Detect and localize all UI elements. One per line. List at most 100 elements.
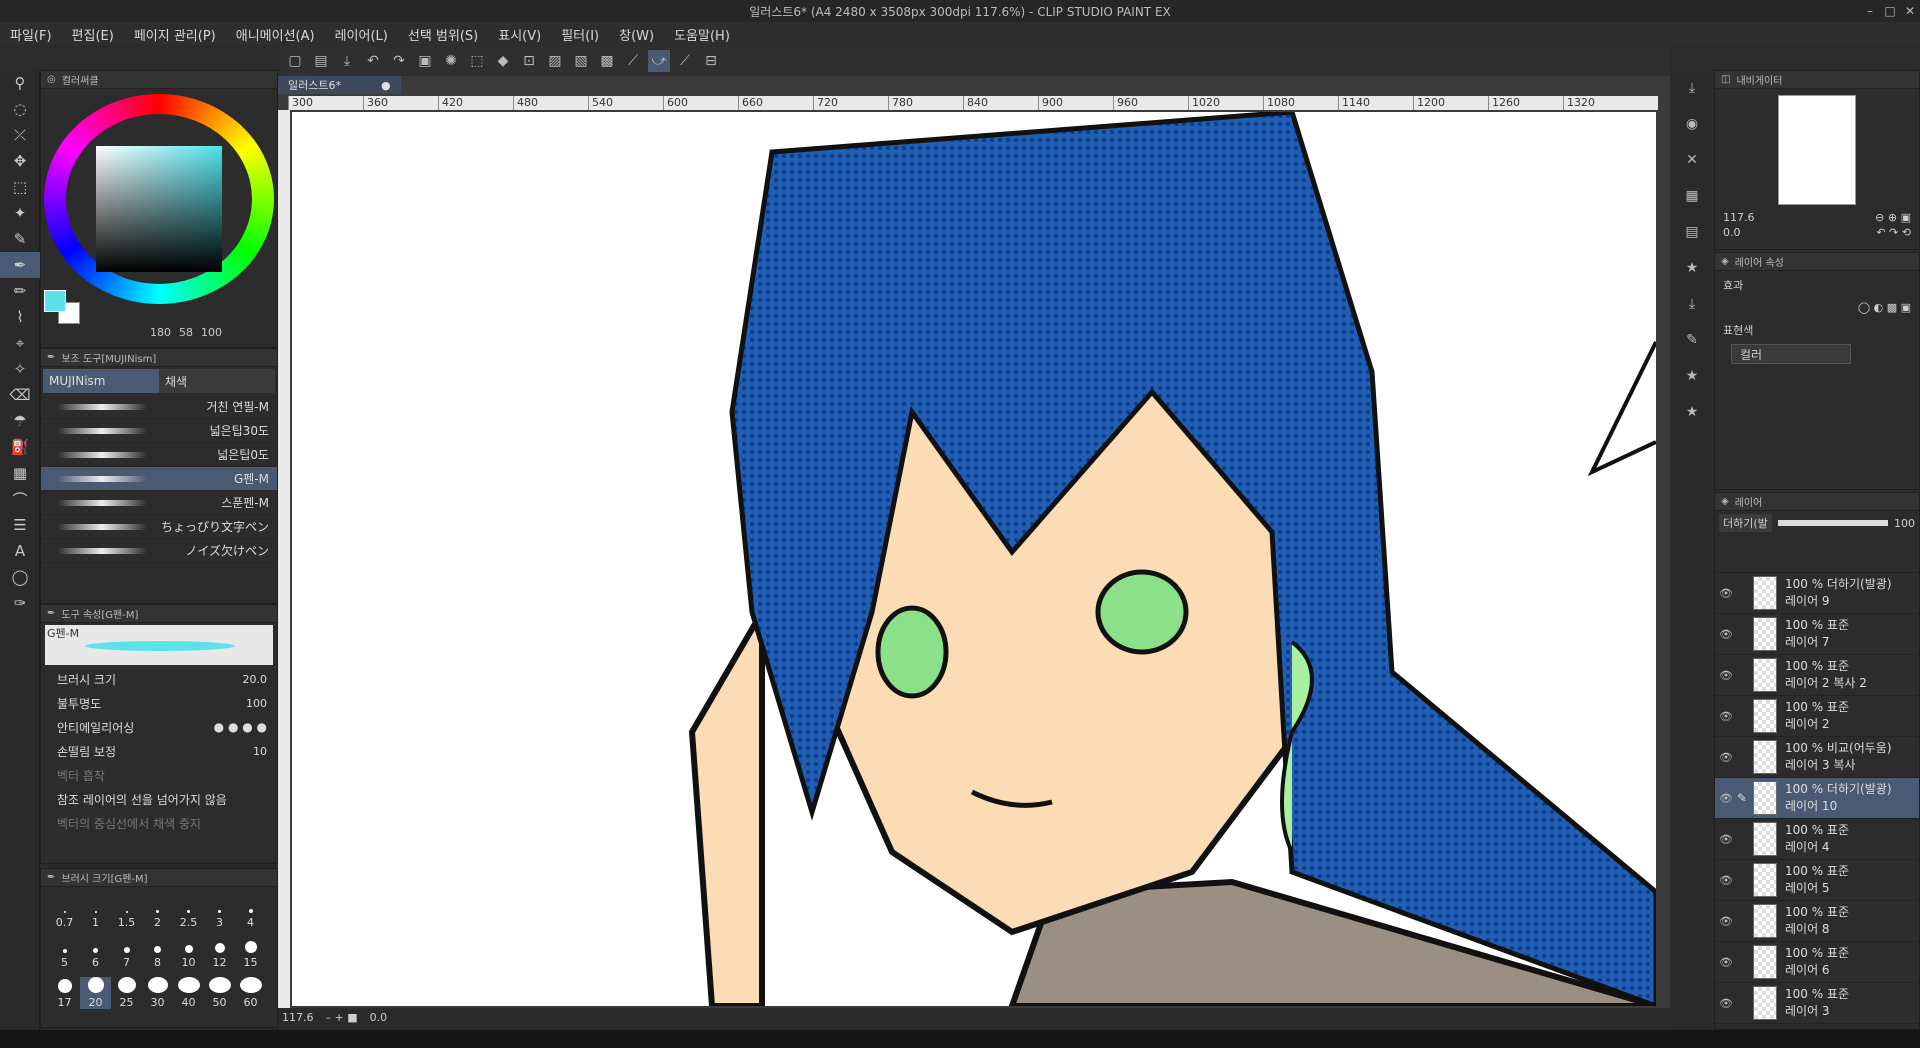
- move-tool-icon[interactable]: ✥: [0, 148, 40, 174]
- size-preset[interactable]: 40: [173, 977, 204, 1009]
- eye-icon[interactable]: 👁: [1715, 997, 1737, 1010]
- document-tab[interactable]: 일러스트6* ●: [278, 76, 401, 94]
- size-preset[interactable]: 3: [204, 897, 235, 929]
- size-preset[interactable]: 1.5: [111, 897, 142, 929]
- zoom-value[interactable]: 117.6: [282, 1011, 314, 1024]
- maximize-button[interactable]: □: [1880, 0, 1900, 22]
- airbrush-icon[interactable]: ⌖: [0, 330, 40, 356]
- tab-paint[interactable]: 채색: [159, 369, 275, 393]
- decoration-icon[interactable]: ✧: [0, 356, 40, 382]
- size-preset[interactable]: 5: [49, 937, 80, 969]
- brush-item[interactable]: ノイズ欠けペン: [41, 539, 277, 563]
- layer-row[interactable]: 👁 100 % 표준 레이어 5: [1715, 860, 1919, 901]
- grid-icon[interactable]: ▦: [1672, 178, 1712, 214]
- menu-edit[interactable]: 편집(E): [72, 25, 114, 44]
- layer-row-selected[interactable]: 👁 ✎ 100 % 더하기(발광) 레이어 10: [1715, 778, 1919, 819]
- brush-size-value[interactable]: 20.0: [243, 673, 268, 686]
- balloon-tool-icon[interactable]: ◯: [0, 564, 40, 590]
- figure-tool-icon[interactable]: ⌒: [0, 486, 40, 512]
- menu-filter[interactable]: 필터(I): [561, 25, 599, 44]
- menu-help[interactable]: 도움말(H): [674, 25, 730, 44]
- size-preset[interactable]: 7: [111, 937, 142, 969]
- eye-icon[interactable]: 👁: [1715, 669, 1737, 682]
- navigator-rotate[interactable]: 0.0: [1723, 226, 1741, 239]
- menu-selection[interactable]: 선택 범위(S): [408, 25, 478, 44]
- star-icon[interactable]: ★: [1672, 250, 1712, 286]
- gradient-tool-icon[interactable]: ▦: [0, 460, 40, 486]
- minimize-button[interactable]: –: [1860, 0, 1880, 22]
- layer-row[interactable]: 👁 100 % 표준 레이어 2: [1715, 696, 1919, 737]
- edit-icon[interactable]: ✎: [1672, 322, 1712, 358]
- snap-grid-icon[interactable]: ▧: [570, 50, 592, 72]
- blend-tool-icon[interactable]: ☂: [0, 408, 40, 434]
- snap-ruler-icon[interactable]: ▨: [544, 50, 566, 72]
- brush-size-row[interactable]: 브러시 크기 20.0: [41, 667, 277, 691]
- delete-icon[interactable]: ✕: [1672, 142, 1712, 178]
- fill-icon[interactable]: ◆: [492, 50, 514, 72]
- zoom-buttons[interactable]: ⊖ ⊕ ▣: [1875, 211, 1911, 224]
- brush-item-selected[interactable]: G펜-M: [41, 467, 277, 491]
- size-preset[interactable]: 10: [173, 937, 204, 969]
- save-icon[interactable]: ⤓: [336, 50, 358, 72]
- workspace-icon[interactable]: ⊟: [700, 50, 722, 72]
- loading-icon[interactable]: ✺: [440, 50, 462, 72]
- size-preset[interactable]: 0.7: [49, 897, 80, 929]
- eyedropper-icon[interactable]: ✎: [0, 226, 40, 252]
- size-preset[interactable]: 25: [111, 977, 142, 1009]
- pencil-tool-icon[interactable]: ✏: [0, 278, 40, 304]
- navigator-zoom[interactable]: 117.6: [1723, 211, 1755, 224]
- opacity-row[interactable]: 불투명도 100: [41, 691, 277, 715]
- eye-icon[interactable]: 👁: [1715, 628, 1737, 641]
- snap-special-icon[interactable]: ▩: [596, 50, 618, 72]
- lasso-tool-icon[interactable]: ◌: [0, 96, 40, 122]
- size-preset[interactable]: 4: [235, 897, 266, 929]
- tab-mujinism[interactable]: MUJINism: [43, 369, 159, 393]
- zoom-controls[interactable]: – + ■: [326, 1011, 358, 1024]
- menu-file[interactable]: 파일(F): [10, 25, 52, 44]
- selection-tool-icon[interactable]: ⬚: [0, 174, 40, 200]
- size-preset-selected[interactable]: 20: [80, 977, 111, 1009]
- ref-layer-checkbox[interactable]: 참조 레이어의 선을 넘어가지 않음: [57, 791, 227, 808]
- eye-icon[interactable]: 👁: [1715, 874, 1737, 887]
- open-folder-icon[interactable]: ▤: [310, 50, 332, 72]
- folder-icon[interactable]: ▤: [1672, 214, 1712, 250]
- size-preset[interactable]: 50: [204, 977, 235, 1009]
- new-file-icon[interactable]: ▢: [284, 50, 306, 72]
- brush-tool-icon[interactable]: ⌇: [0, 304, 40, 330]
- correct-line-icon[interactable]: ✑: [0, 590, 40, 616]
- size-preset[interactable]: 60: [235, 977, 266, 1009]
- crop-icon[interactable]: ⊡: [518, 50, 540, 72]
- camera-icon[interactable]: ◉: [1672, 106, 1712, 142]
- color-wheel[interactable]: [44, 94, 274, 304]
- express-color-select[interactable]: 컬러: [1731, 344, 1851, 364]
- size-preset[interactable]: 30: [142, 977, 173, 1009]
- layer-row[interactable]: 👁 100 % 표준 레이어 3: [1715, 983, 1919, 1024]
- close-button[interactable]: ✕: [1900, 0, 1920, 22]
- antialiasing-options[interactable]: ● ● ● ●: [214, 720, 267, 734]
- layer-row[interactable]: 👁 100 % 표준 레이어 4: [1715, 819, 1919, 860]
- brush-item[interactable]: 넓은팁30도: [41, 419, 277, 443]
- layer-row[interactable]: 👁 100 % 더하기(발광) 레이어 9: [1715, 573, 1919, 614]
- layer-row[interactable]: 👁 100 % 표준 레이어 2 복사 2: [1715, 655, 1919, 696]
- antialiasing-row[interactable]: 안티에일리어싱 ● ● ● ●: [41, 715, 277, 739]
- tab-close-icon[interactable]: ●: [381, 79, 391, 92]
- navigator-thumbnail[interactable]: [1778, 95, 1856, 205]
- eye-icon[interactable]: 👁: [1715, 751, 1737, 764]
- eye-icon[interactable]: 👁: [1715, 587, 1737, 600]
- snap-line-icon[interactable]: ⟋: [622, 50, 644, 72]
- undo-icon[interactable]: ↶: [362, 50, 384, 72]
- brush-item[interactable]: 거친 연필-M: [41, 395, 277, 419]
- operation-tool-icon[interactable]: ⤫: [0, 122, 40, 148]
- opacity-slider[interactable]: [1777, 520, 1888, 526]
- saturation-value-square[interactable]: [96, 146, 222, 272]
- pin-icon[interactable]: ★: [1672, 394, 1712, 430]
- menu-window[interactable]: 창(W): [619, 25, 654, 44]
- bookmark-icon[interactable]: ★: [1672, 358, 1712, 394]
- brush-item[interactable]: 스푼펜-M: [41, 491, 277, 515]
- layer-row[interactable]: 👁 100 % 표준 레이어 6: [1715, 942, 1919, 983]
- download-icon[interactable]: ⤓: [1672, 286, 1712, 322]
- layer-row[interactable]: 👁 100 % 비교(어두움) 레이어 3 복사: [1715, 737, 1919, 778]
- layer-row[interactable]: 👁 100 % 표준 레이어 7: [1715, 614, 1919, 655]
- eraser-icon[interactable]: ⌫: [0, 382, 40, 408]
- size-preset[interactable]: 1: [80, 897, 111, 929]
